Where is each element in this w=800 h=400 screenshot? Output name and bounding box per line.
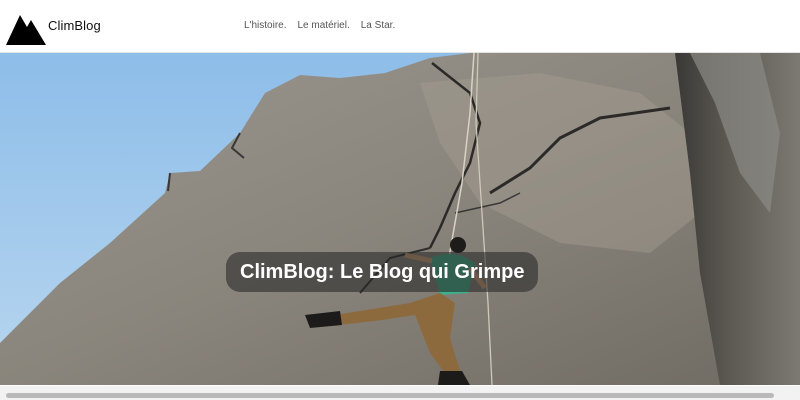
scrollbar-thumb[interactable] [6, 393, 774, 398]
hero-title: ClimBlog: Le Blog qui Grimpe [226, 252, 539, 292]
nav-link-star[interactable]: La Star. [361, 20, 395, 31]
mountain-icon[interactable] [6, 9, 46, 45]
brand-name[interactable]: ClimBlog [48, 18, 101, 33]
rock-climber-photo [0, 53, 800, 385]
main-nav: L'histoire. Le matériel. La Star. [244, 20, 406, 31]
nav-link-histoire[interactable]: L'histoire. [244, 20, 287, 31]
site-header: ClimBlog L'histoire. Le matériel. La Sta… [0, 0, 800, 53]
nav-link-materiel[interactable]: Le matériel. [298, 20, 350, 31]
hero-section: ClimBlog: Le Blog qui Grimpe [0, 53, 800, 385]
